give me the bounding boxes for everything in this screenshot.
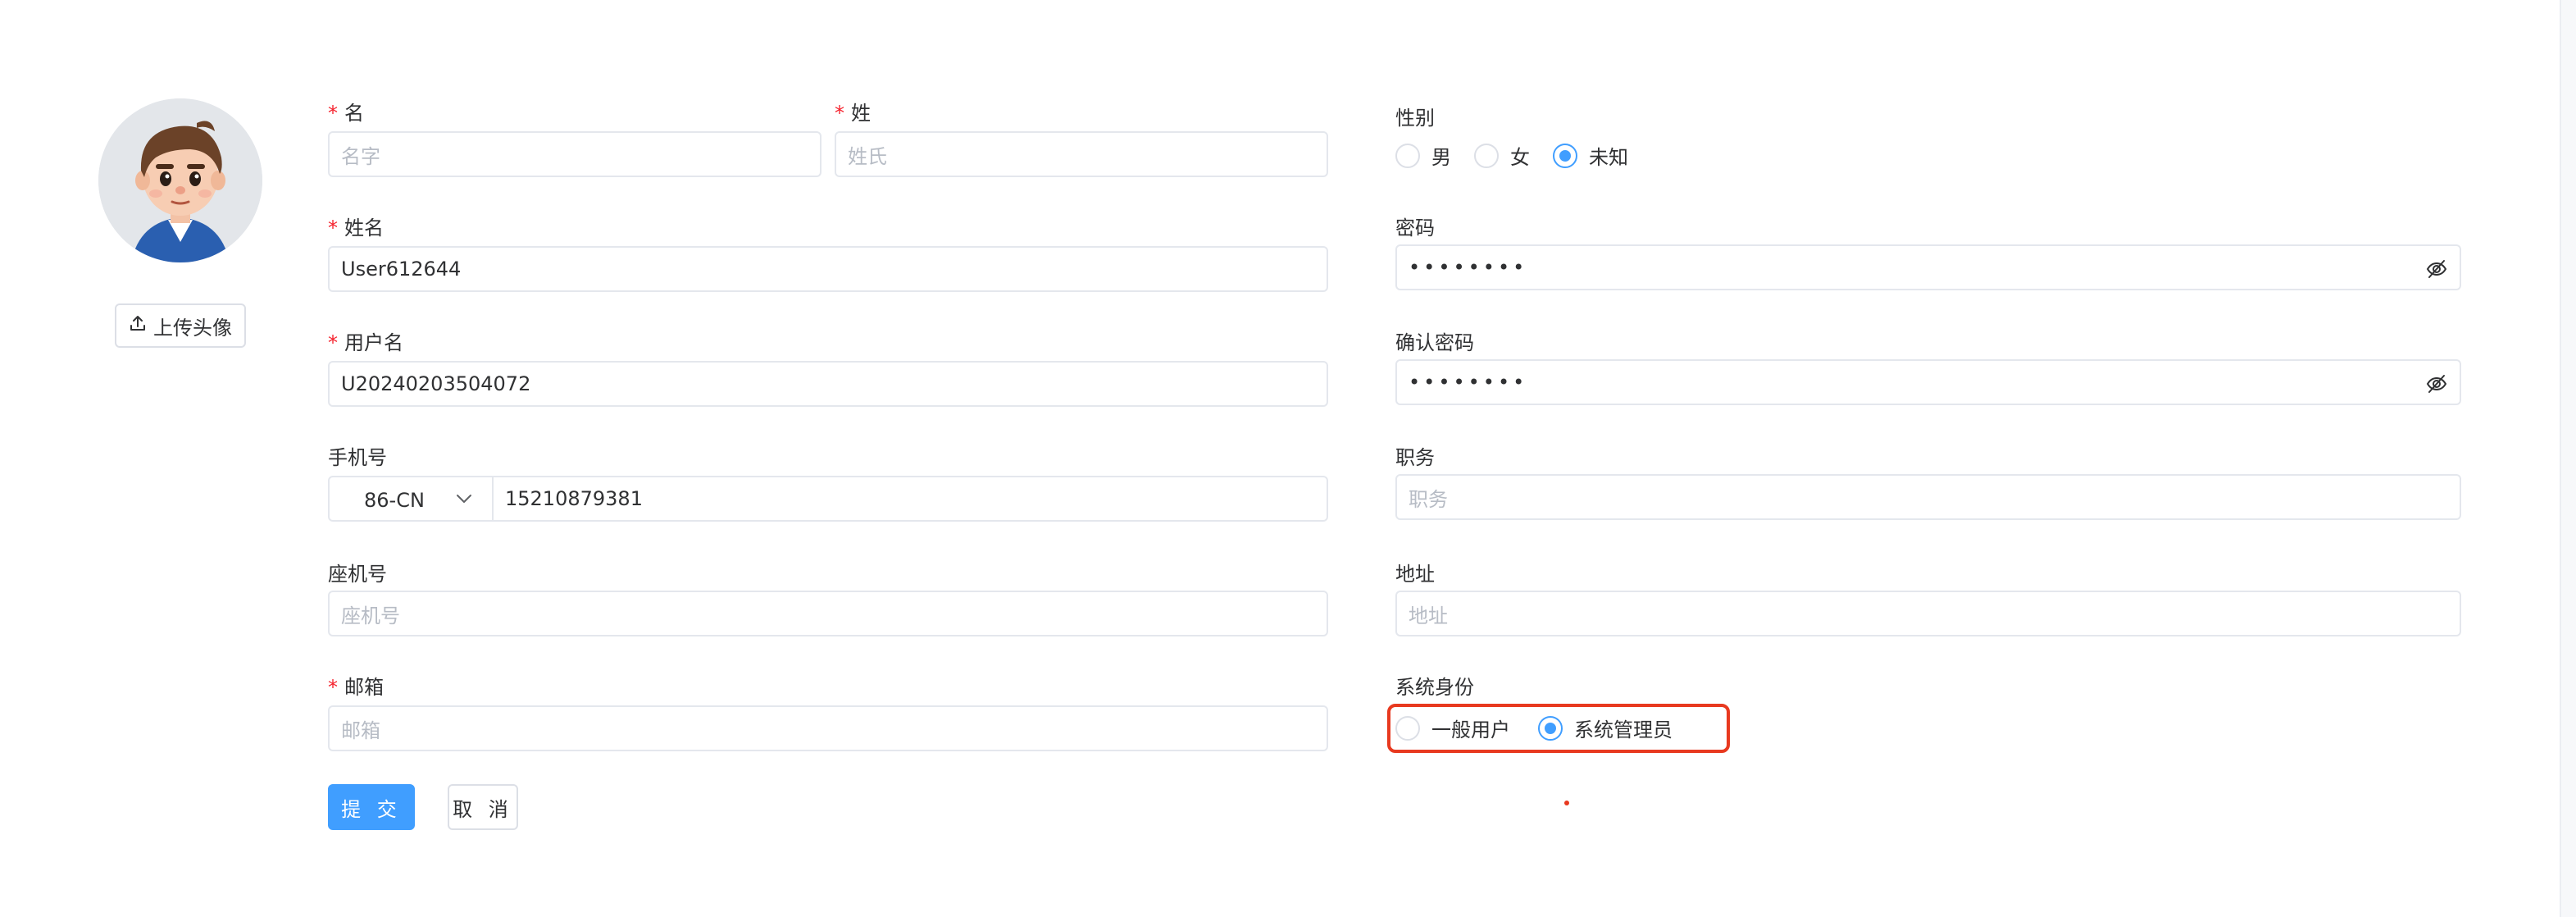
password-value: •••••••• xyxy=(1409,256,1528,279)
country-code-value: 86-CN xyxy=(364,489,425,512)
landline-input[interactable]: 座机号 xyxy=(328,591,1328,636)
upload-icon xyxy=(129,314,147,337)
submit-button[interactable]: 提 交 xyxy=(328,784,415,830)
address-label: 地址 xyxy=(1395,563,1435,586)
first-name-input[interactable]: 名字 xyxy=(328,131,821,177)
mobile-label: 手机号 xyxy=(328,446,387,469)
gender-option-female[interactable]: 女 xyxy=(1474,141,1530,170)
full-name-input[interactable]: User612644 xyxy=(328,246,1328,292)
confirm-password-value: •••••••• xyxy=(1409,371,1528,394)
first-name-label: * 名 xyxy=(328,102,364,125)
radio-unchecked[interactable] xyxy=(1474,143,1499,168)
cancel-button[interactable]: 取 消 xyxy=(448,784,518,830)
last-name-input[interactable]: 姓氏 xyxy=(835,131,1328,177)
password-input[interactable]: •••••••• xyxy=(1395,244,2461,290)
position-label: 职务 xyxy=(1395,446,1435,469)
confirm-password-input[interactable]: •••••••• xyxy=(1395,359,2461,405)
chevron-down-icon xyxy=(454,489,474,509)
last-name-label: * 姓 xyxy=(835,102,871,125)
username-input[interactable]: U20240203504072 xyxy=(328,361,1328,407)
password-label: 密码 xyxy=(1395,217,1435,240)
position-input[interactable]: 职务 xyxy=(1395,474,2461,520)
eye-off-icon[interactable] xyxy=(2425,258,2448,281)
upload-avatar-button[interactable]: 上传头像 xyxy=(115,303,246,348)
upload-avatar-label: 上传头像 xyxy=(153,316,232,340)
username-label: * 用户名 xyxy=(328,331,403,354)
radio-checked[interactable] xyxy=(1553,143,1577,168)
gender-radio-group: 男 女 未知 xyxy=(1395,141,1651,170)
annotation-dot xyxy=(1564,801,1569,805)
mobile-number-value: 15210879381 xyxy=(505,487,643,510)
email-input[interactable]: 邮箱 xyxy=(328,705,1328,751)
gender-label: 性别 xyxy=(1395,107,1435,130)
gender-option-male[interactable]: 男 xyxy=(1395,141,1451,170)
confirm-password-label: 确认密码 xyxy=(1395,331,1474,354)
page-scrollbar[interactable] xyxy=(2560,0,2576,917)
full-name-label: * 姓名 xyxy=(328,217,384,240)
radio-unchecked[interactable] xyxy=(1395,143,1420,168)
system-role-label: 系统身份 xyxy=(1395,676,1474,699)
user-form-page: 上传头像 * 名 名字 * 姓 姓氏 * 姓名 User612644 * 用户名 U20… xyxy=(0,0,2576,917)
gender-option-unknown[interactable]: 未知 xyxy=(1553,141,1628,170)
country-code-select[interactable]: 86-CN xyxy=(330,477,494,520)
annotation-highlight-box xyxy=(1387,704,1730,753)
email-label: * 邮箱 xyxy=(328,676,384,699)
eye-off-icon[interactable] xyxy=(2425,372,2448,395)
mobile-field[interactable]: 86-CN 15210879381 xyxy=(328,476,1328,522)
avatar xyxy=(98,98,262,262)
landline-label: 座机号 xyxy=(328,563,387,586)
address-input[interactable]: 地址 xyxy=(1395,591,2461,636)
